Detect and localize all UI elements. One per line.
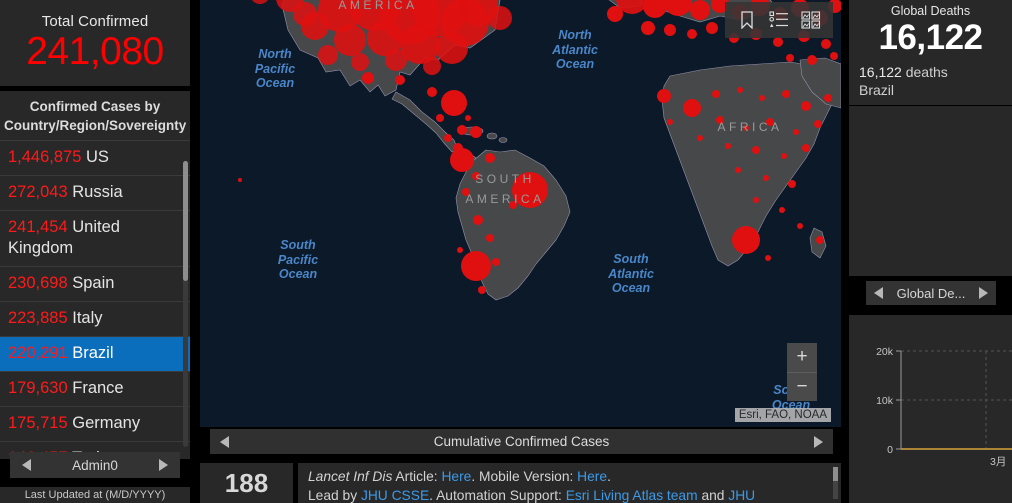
last-updated-panel: Last Updated at (M/D/YYYY): [0, 487, 190, 503]
map-layer-pager[interactable]: Cumulative Confirmed Cases: [210, 429, 833, 454]
bookmark-glyph: [741, 11, 753, 29]
country-case-count: 223,885: [8, 309, 68, 327]
country-row-spain[interactable]: 230,698 Spain: [0, 266, 190, 301]
covid-dashboard: Total Confirmed 241,080 Confirmed Cases …: [0, 0, 1012, 503]
country-case-count: 179,630: [8, 379, 68, 397]
country-name: US: [86, 148, 109, 166]
country-name: Italy: [72, 309, 103, 327]
chart-y-tick-1: 10k: [876, 395, 894, 407]
global-deaths-label: Global Deaths: [890, 4, 971, 18]
chart-y-tick-2: 20k: [876, 346, 894, 358]
deaths-trend-chart-panel[interactable]: 0 10k 20k 3月: [849, 315, 1012, 503]
automation-support-text: . Automation Support:: [429, 488, 566, 503]
credits-line-1: Lancet Inf Dis Article: Here. Mobile Ver…: [308, 467, 831, 486]
map-zoom-control[interactable]: + −: [787, 343, 817, 401]
countries-affected-panel: 188: [200, 463, 293, 503]
admin0-pager-label: Admin0: [72, 457, 118, 473]
jhu-link[interactable]: JHU: [728, 488, 755, 503]
global-deaths-pager[interactable]: Global De...: [866, 281, 996, 305]
country-list-title: Confirmed Cases by Country/Region/Sovere…: [4, 99, 187, 133]
admin0-next-icon[interactable]: [159, 459, 168, 471]
and-text: and: [697, 488, 729, 503]
country-name: Germany: [72, 414, 141, 432]
country-case-count: 241,454: [8, 218, 68, 236]
basemap-gallery-icon[interactable]: [800, 9, 822, 31]
credits-scrollbar[interactable]: [833, 467, 838, 499]
legend-glyph: [769, 11, 788, 27]
country-case-count: 175,715: [8, 414, 68, 432]
country-list-scrollbar[interactable]: [183, 161, 188, 447]
country-case-count: 272,043: [8, 183, 68, 201]
deaths-trend-chart: 0 10k 20k 3月: [849, 315, 1012, 503]
global-deaths-detail-unit: deaths: [901, 64, 948, 80]
map-attribution: Esri, FAO, NOAA: [734, 408, 831, 422]
deaths-pager-next-icon[interactable]: [979, 287, 988, 299]
credits-line-2: Lead by JHU CSSE. Automation Support: Es…: [308, 486, 831, 503]
lead-by-text: Lead by: [308, 488, 361, 503]
credits-scroll-thumb[interactable]: [833, 467, 838, 481]
country-case-count: 220,291: [8, 344, 68, 362]
admin0-pager[interactable]: Admin0: [10, 452, 180, 478]
global-deaths-detail: 16,122 deaths Brazil: [849, 58, 1012, 99]
credits-panel[interactable]: Lancet Inf Dis Article: Here. Mobile Ver…: [298, 463, 841, 503]
country-row-france[interactable]: 179,630 France: [0, 371, 190, 406]
global-deaths-list-body[interactable]: [849, 106, 1012, 276]
legend-icon[interactable]: [768, 9, 790, 31]
country-list-scroll-thumb[interactable]: [183, 161, 188, 281]
left-column: Total Confirmed 241,080 Confirmed Cases …: [0, 0, 190, 503]
mobile-version-text: . Mobile Version:: [471, 469, 578, 484]
basemap-grid-glyph: [801, 11, 821, 29]
map-view[interactable]: AMERICA SOUTH AMERICA AFRICA North Pacif…: [200, 0, 841, 427]
country-row-brazil[interactable]: 220,291 Brazil: [0, 336, 190, 371]
countries-affected-value: 188: [224, 467, 269, 498]
map-tools-bar[interactable]: [725, 2, 833, 38]
deaths-pager-prev-icon[interactable]: [874, 287, 883, 299]
country-list-panel[interactable]: Confirmed Cases by Country/Region/Sovere…: [0, 91, 190, 459]
global-deaths-value: 16,122: [878, 18, 983, 57]
total-confirmed-value: 241,080: [26, 30, 164, 73]
map-pager-label: Cumulative Confirmed Cases: [433, 434, 610, 449]
map-graphic: [200, 0, 841, 427]
country-row-germany[interactable]: 175,715 Germany: [0, 406, 190, 441]
admin0-prev-icon[interactable]: [22, 459, 31, 471]
zoom-in-button[interactable]: +: [787, 343, 817, 373]
country-row-united-kingdom[interactable]: 241,454 United Kingdom: [0, 210, 190, 266]
country-case-count: 1,446,875: [8, 148, 82, 166]
country-name: France: [72, 379, 124, 397]
esri-living-atlas-link[interactable]: Esri Living Atlas team: [566, 488, 698, 503]
global-deaths-detail-number: 16,122: [859, 64, 902, 80]
line1-period: .: [607, 469, 611, 484]
map-pager-prev-icon[interactable]: [220, 435, 229, 448]
mobile-version-link[interactable]: Here: [577, 469, 607, 484]
lancet-journal-name: Lancet Inf Dis: [308, 469, 393, 484]
country-name: Brazil: [72, 344, 114, 362]
lancet-article-link[interactable]: Here: [441, 469, 471, 484]
country-row-us[interactable]: 1,446,875 US: [0, 140, 190, 175]
global-deaths-panel: Global Deaths 16,122 16,122 deaths Brazi…: [849, 0, 1012, 105]
country-name: Spain: [72, 274, 115, 292]
bookmark-icon[interactable]: [736, 9, 758, 31]
zoom-out-button[interactable]: −: [787, 373, 817, 402]
lancet-article-text: Article:: [392, 469, 442, 484]
map-pager-next-icon[interactable]: [814, 435, 823, 448]
country-case-count: 230,698: [8, 274, 68, 292]
chart-x-tick-0: 3月: [990, 456, 1006, 468]
chart-y-tick-0: 0: [887, 444, 893, 456]
total-confirmed-label: Total Confirmed: [41, 13, 149, 30]
global-deaths-detail-region: Brazil: [859, 82, 895, 98]
country-row-russia[interactable]: 272,043 Russia: [0, 175, 190, 210]
country-name: Russia: [72, 183, 123, 201]
country-list-rows[interactable]: 1,446,875 US 272,043 Russia 241,454 United…: [0, 140, 190, 459]
country-row-italy[interactable]: 223,885 Italy: [0, 301, 190, 336]
jhu-csse-link[interactable]: JHU CSSE: [361, 488, 429, 503]
total-confirmed-panel: Total Confirmed 241,080: [0, 0, 190, 86]
deaths-pager-label: Global De...: [896, 285, 966, 301]
